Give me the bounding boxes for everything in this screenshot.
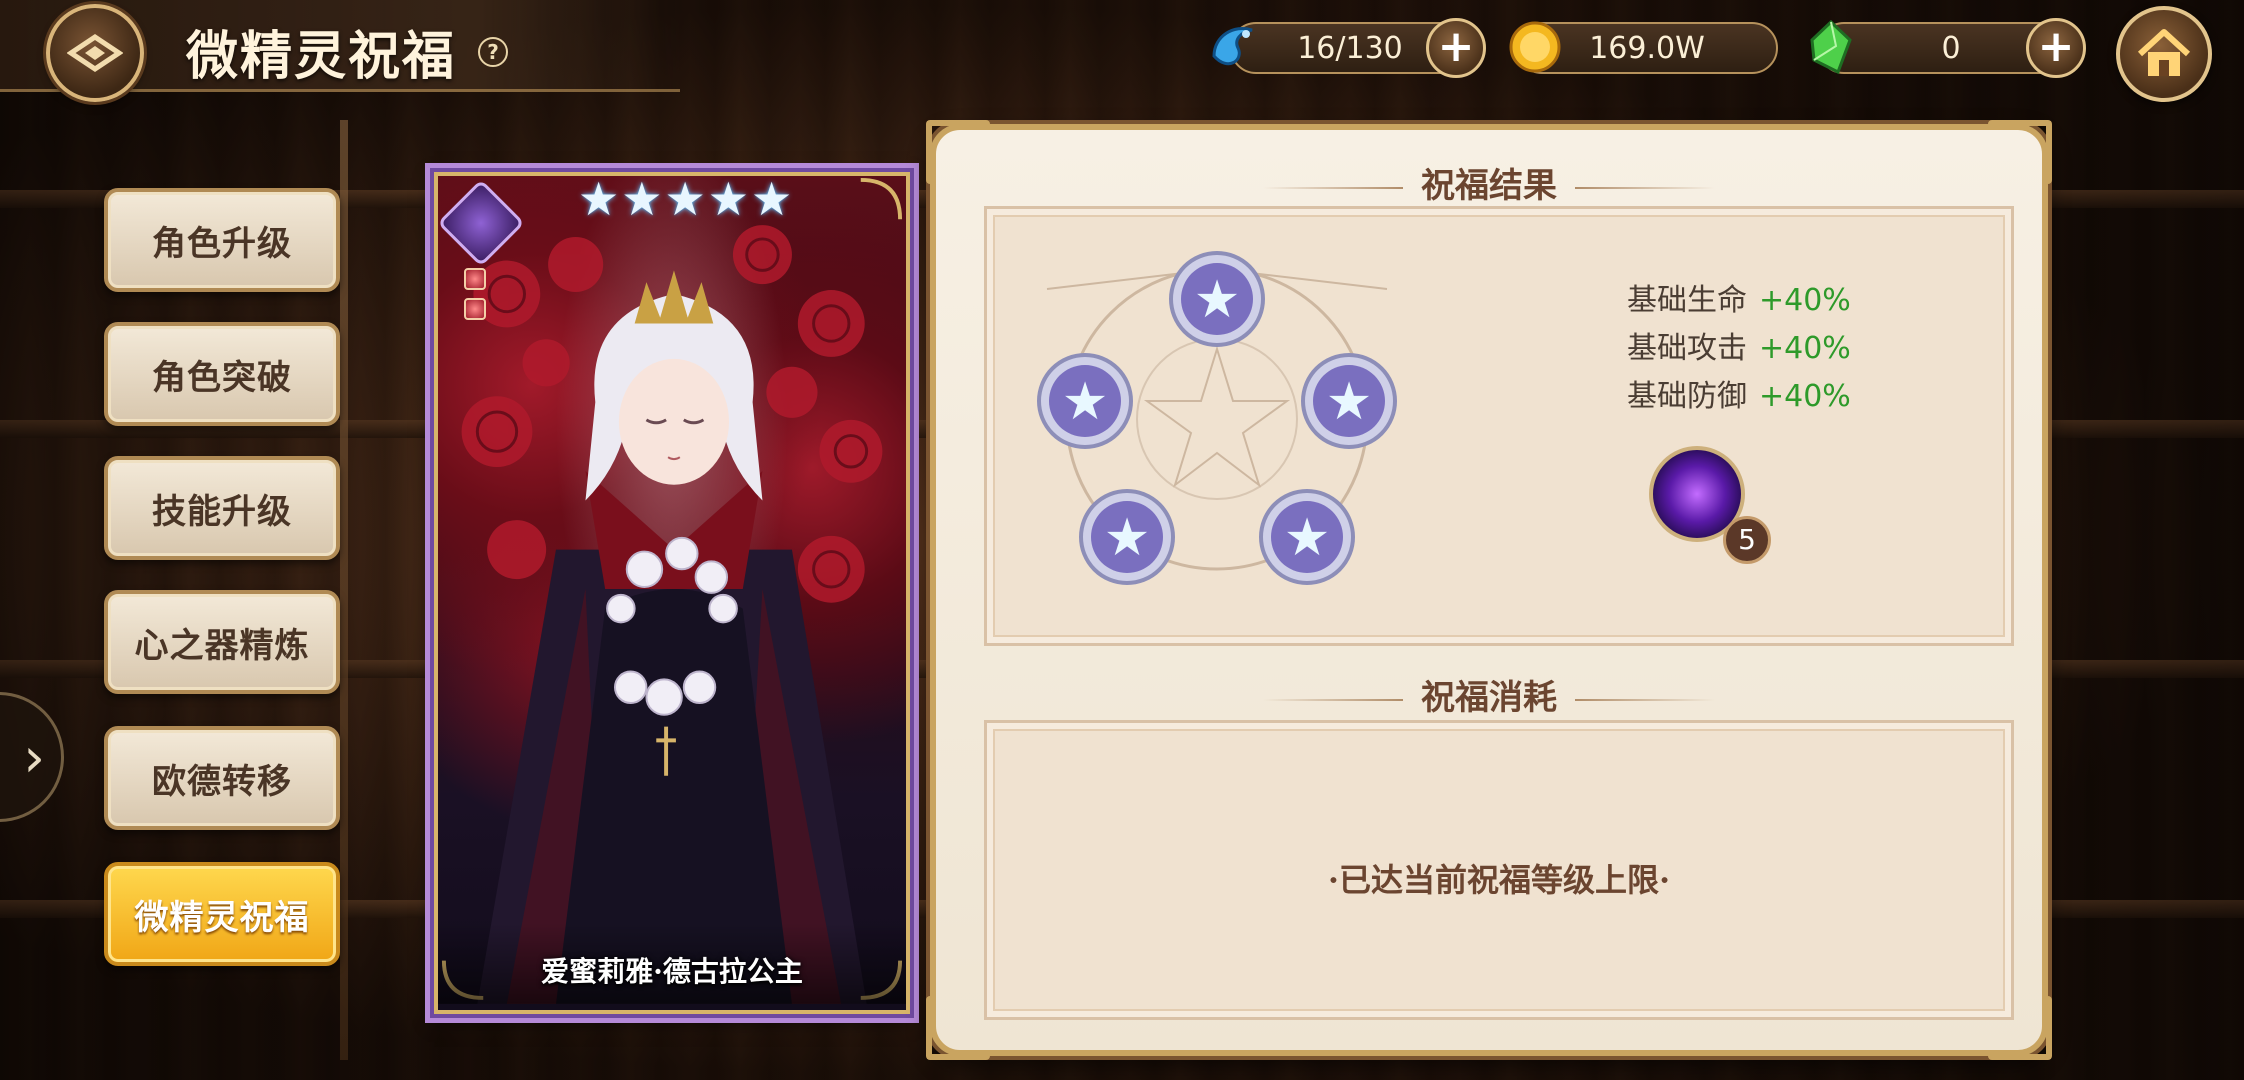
- menu-spirit-blessing[interactable]: 微精灵祝福: [104, 862, 340, 966]
- page-title: 微精灵祝福: [186, 26, 457, 87]
- gold-coin-icon: [1509, 21, 1561, 73]
- svg-text:★: ★: [1326, 372, 1373, 432]
- blessing-cost-title: 祝福消耗: [936, 670, 2042, 719]
- blue-spirit-icon: [1212, 27, 1253, 66]
- back-button[interactable]: [46, 4, 144, 102]
- divider: [340, 120, 348, 1060]
- character-name: 爱蜜莉雅·德古拉公主: [541, 955, 803, 988]
- menu-heart-refine[interactable]: 心之器精炼: [104, 590, 340, 694]
- stat-label: 基础防御: [1627, 379, 1747, 414]
- svg-text:★: ★: [1062, 372, 1109, 432]
- star-icon: ★: [664, 172, 706, 226]
- menu-ode-transfer[interactable]: 欧德转移: [104, 726, 340, 830]
- stat-label: 基础生命: [1627, 283, 1747, 318]
- stat-value: +40%: [1759, 331, 1851, 366]
- blessing-result-title-text: 祝福结果: [1421, 166, 1557, 206]
- corner-ornament: [926, 996, 990, 1060]
- currency-spirit-value: 16/130: [1297, 30, 1403, 66]
- max-level-message: ·已达当前祝福等级上限·: [1327, 861, 1671, 899]
- svg-text:★: ★: [1284, 508, 1331, 568]
- star-icon: ★: [621, 172, 663, 226]
- stat-value: +40%: [1759, 379, 1851, 414]
- rank-gem-icon: [464, 268, 486, 290]
- menu-character-breakthrough[interactable]: 角色突破: [104, 322, 340, 426]
- menu-character-level-up[interactable]: 角色升级: [104, 188, 340, 292]
- stat-label: 基础攻击: [1627, 331, 1747, 366]
- stat-base-defense: 基础防御 +40%: [1627, 371, 1851, 415]
- stat-base-hp: 基础生命 +40%: [1627, 275, 1851, 319]
- blessing-cost-box: ·已达当前祝福等级上限·: [984, 720, 2014, 1020]
- add-crystal-button[interactable]: +: [2026, 18, 2086, 78]
- rarity-stars: ★ ★ ★ ★ ★: [578, 176, 792, 222]
- spirit-pentagram-diagram: ★ ★ ★ ★ ★: [1037, 251, 1397, 585]
- menu-skill-upgrade[interactable]: 技能升级: [104, 456, 340, 560]
- blessing-result-box: ★ ★ ★ ★ ★ 基础生命 +40% 基础攻击 +40% 基础防御 +40% …: [984, 206, 2014, 646]
- star-icon: ★: [707, 172, 749, 226]
- diamond-back-icon: [67, 33, 123, 73]
- svg-text:★: ★: [1104, 508, 1151, 568]
- rank-gem-icon: [464, 298, 486, 320]
- currency-crystal-value: 0: [1941, 30, 1961, 66]
- stat-base-attack: 基础攻击 +40%: [1627, 323, 1851, 367]
- home-icon: [2137, 29, 2191, 76]
- spirit-rune-item[interactable]: 5: [1637, 434, 1771, 564]
- svg-text:★: ★: [1194, 270, 1241, 330]
- add-spirit-button[interactable]: +: [1426, 18, 1486, 78]
- chevron-right-icon: ›: [23, 725, 45, 789]
- blessing-result-title: 祝福结果: [936, 158, 2042, 207]
- currency-gold-value: 169.0W: [1589, 30, 1705, 66]
- help-button[interactable]: ?: [478, 37, 508, 67]
- blessing-panel: 祝福结果 ★ ★ ★ ★ ★ 基础生命 +40% 基础攻击 +40% 基础防御 …: [926, 120, 2052, 1060]
- blessing-cost-title-text: 祝福消耗: [1421, 678, 1557, 718]
- home-button[interactable]: [2116, 6, 2212, 102]
- character-card[interactable]: ★ ★ ★ ★ ★ 爱蜜莉雅·德古拉公主: [430, 168, 914, 1018]
- star-icon: ★: [751, 172, 793, 226]
- character-art: [438, 177, 906, 1004]
- stat-value: +40%: [1759, 283, 1851, 318]
- rune-count-badge: 5: [1723, 516, 1771, 564]
- star-icon: ★: [578, 172, 620, 226]
- green-crystal-icon: [1810, 19, 1852, 75]
